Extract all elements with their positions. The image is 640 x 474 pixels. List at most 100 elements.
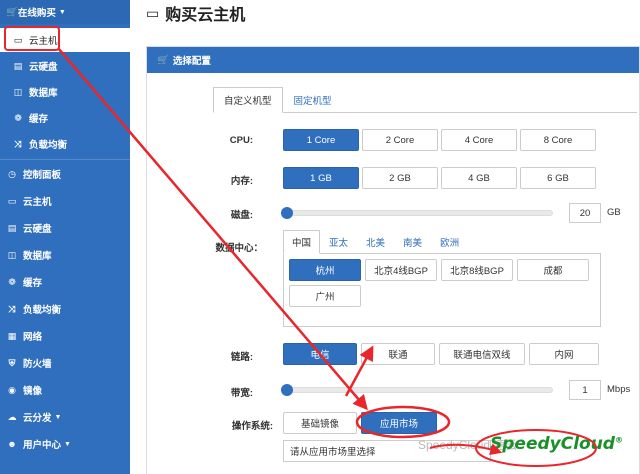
network-icon: ▦ bbox=[7, 330, 17, 341]
sidebar-item-loadbalancer[interactable]: ⤨ 负载均衡 bbox=[0, 297, 130, 321]
cpu-option-8[interactable]: 8 Core bbox=[520, 129, 596, 151]
zone-option-beijing-4bgp[interactable]: 北京4线BGP bbox=[365, 259, 437, 281]
sidebar-item-buy-database[interactable]: ◫ 数据库 bbox=[0, 80, 130, 104]
sidebar-group-label: 在线购买 bbox=[17, 8, 56, 19]
bandwidth-label: 带宽: bbox=[230, 388, 253, 399]
database-icon: ◫ bbox=[7, 249, 17, 260]
hdd-icon: ▤ bbox=[13, 60, 23, 71]
sidebar-item-label: 缓存 bbox=[29, 114, 49, 125]
sidebar-item-label: 云主机 bbox=[23, 197, 52, 208]
region-tab-europe[interactable]: 欧洲 bbox=[431, 230, 468, 254]
shuffle-icon: ⤨ bbox=[8, 303, 16, 314]
firewall-icon: ⛨ bbox=[8, 357, 16, 368]
disk-unit: GB bbox=[607, 207, 621, 218]
cpu-option-1[interactable]: 1 Core bbox=[283, 129, 359, 151]
sidebar-item-label: 云分发 bbox=[23, 413, 52, 424]
memory-option-4gb[interactable]: 4 GB bbox=[441, 167, 517, 189]
hdd-icon: ▤ bbox=[7, 222, 17, 233]
sidebar-item-image[interactable]: ◉ 镜像 bbox=[0, 378, 130, 402]
cpu-label: CPU: bbox=[229, 135, 253, 146]
region-tab-south-america[interactable]: 南美 bbox=[394, 230, 431, 254]
disk-slider-handle[interactable] bbox=[281, 207, 293, 219]
shuffle-icon: ⤨ bbox=[14, 138, 22, 149]
disk-slider-track[interactable] bbox=[283, 210, 553, 216]
bandwidth-input[interactable]: 1 bbox=[569, 380, 601, 400]
registered-mark-icon: ® bbox=[614, 435, 623, 445]
sidebar-item-dashboard[interactable]: ◷ 控制面板 bbox=[0, 162, 130, 186]
sidebar-item-label: 数据库 bbox=[23, 251, 52, 262]
sidebar-item-firewall[interactable]: ⛨ 防火墙 bbox=[0, 351, 130, 375]
network-option-internal[interactable]: 内网 bbox=[529, 343, 599, 365]
sidebar-item-label: 网络 bbox=[23, 332, 43, 343]
sidebar-item-label: 云硬盘 bbox=[23, 224, 52, 235]
region-tab-north-america[interactable]: 北美 bbox=[357, 230, 394, 254]
speedycloud-logo: SpeedyCloud® bbox=[490, 434, 623, 454]
sidebar-item-disk[interactable]: ▤ 云硬盘 bbox=[0, 216, 130, 240]
tab-custom[interactable]: 自定义机型 bbox=[213, 87, 283, 113]
datacenter-region-tabs: 中国 亚太 北美 南美 欧洲 bbox=[283, 230, 468, 254]
zone-option-chengdu[interactable]: 成都 bbox=[517, 259, 589, 281]
sidebar-item-cdn[interactable]: ☁ 云分发 ▼ bbox=[0, 405, 130, 429]
region-tab-apac[interactable]: 亚太 bbox=[320, 230, 357, 254]
sidebar-divider bbox=[0, 159, 130, 160]
cart-icon: 🛒 bbox=[6, 6, 18, 18]
sidebar-item-label: 数据库 bbox=[29, 88, 58, 99]
memory-option-6gb[interactable]: 6 GB bbox=[520, 167, 596, 189]
sidebar-item-cache[interactable]: ❁ 缓存 bbox=[0, 270, 130, 294]
bandwidth-slider-track[interactable] bbox=[283, 387, 553, 393]
cache-icon: ❁ bbox=[8, 276, 16, 287]
sidebar-item-buy-loadbalancer[interactable]: ⤨ 负载均衡 bbox=[0, 132, 130, 156]
zone-option-hangzhou[interactable]: 杭州 bbox=[289, 259, 361, 281]
zone-option-guangzhou[interactable]: 广州 bbox=[289, 285, 361, 307]
sidebar-item-buy-vm[interactable]: ▭ 云主机 bbox=[0, 28, 130, 52]
image-icon: ◉ bbox=[8, 384, 16, 395]
sidebar-item-label: 镜像 bbox=[23, 386, 43, 397]
database-icon: ◫ bbox=[13, 86, 23, 97]
monitor-icon: ▭ bbox=[13, 34, 23, 45]
sidebar-item-label: 负载均衡 bbox=[23, 305, 62, 316]
os-label: 操作系统: bbox=[231, 421, 273, 432]
memory-option-1gb[interactable]: 1 GB bbox=[283, 167, 359, 189]
os-option-app-market[interactable]: 应用市场 bbox=[361, 412, 437, 434]
sidebar-group-online-purchase[interactable]: 🛒 在线购买 ▼ bbox=[0, 0, 130, 24]
panel-header: 🛒 选择配置 bbox=[147, 47, 639, 73]
page-title-text: 购买云主机 bbox=[165, 7, 246, 24]
cloud-icon: ☁ bbox=[7, 411, 17, 422]
cart-icon: 🛒 bbox=[157, 54, 169, 66]
panel-title: 选择配置 bbox=[172, 56, 211, 67]
sidebar-item-label: 控制面板 bbox=[23, 170, 62, 181]
memory-label: 内存: bbox=[230, 176, 253, 187]
disk-label: 磁盘: bbox=[230, 210, 253, 221]
cpu-option-4[interactable]: 4 Core bbox=[441, 129, 517, 151]
page-title: ▭ 购买云主机 bbox=[146, 2, 246, 25]
tab-fixed[interactable]: 固定机型 bbox=[283, 87, 343, 113]
region-tab-china[interactable]: 中国 bbox=[283, 230, 321, 254]
memory-option-2gb[interactable]: 2 GB bbox=[362, 167, 438, 189]
sidebar-item-label: 负载均衡 bbox=[29, 140, 68, 151]
dashboard-icon: ◷ bbox=[8, 168, 16, 179]
bandwidth-unit: Mbps bbox=[607, 384, 631, 395]
sidebar: 🛒 在线购买 ▼ ▭ 云主机 ▤ 云硬盘 ◫ 数据库 ❁ 缓存 ⤨ 负载均衡 ◷… bbox=[0, 0, 130, 474]
caret-down-icon: ▼ bbox=[58, 8, 66, 16]
network-option-dual[interactable]: 联通电信双线 bbox=[439, 343, 525, 365]
cpu-option-2[interactable]: 2 Core bbox=[362, 129, 438, 151]
monitor-icon: ▭ bbox=[146, 4, 160, 21]
disk-size-input[interactable]: 20 bbox=[569, 203, 601, 223]
user-icon: ☻ bbox=[7, 439, 17, 449]
sidebar-item-network[interactable]: ▦ 网络 bbox=[0, 324, 130, 348]
os-option-base-image[interactable]: 基础镜像 bbox=[283, 412, 357, 434]
logo-text: SpeedyCloud bbox=[490, 434, 615, 454]
datacenter-label: 数据中心： bbox=[215, 243, 263, 254]
network-option-telecom[interactable]: 电信 bbox=[283, 343, 357, 365]
network-label: 链路: bbox=[230, 352, 253, 363]
zone-option-beijing-8bgp[interactable]: 北京8线BGP bbox=[441, 259, 513, 281]
caret-down-icon: ▼ bbox=[64, 440, 71, 448]
sidebar-item-buy-disk[interactable]: ▤ 云硬盘 bbox=[0, 54, 130, 78]
network-option-unicom[interactable]: 联通 bbox=[361, 343, 435, 365]
sidebar-item-buy-cache[interactable]: ❁ 缓存 bbox=[0, 106, 130, 130]
sidebar-item-vm[interactable]: ▭ 云主机 bbox=[0, 189, 130, 213]
caret-down-icon: ▼ bbox=[54, 413, 62, 421]
sidebar-item-user-center[interactable]: ☻ 用户中心 ▼ bbox=[0, 432, 130, 456]
sidebar-item-database[interactable]: ◫ 数据库 bbox=[0, 243, 130, 267]
bandwidth-slider-handle[interactable] bbox=[281, 384, 293, 396]
